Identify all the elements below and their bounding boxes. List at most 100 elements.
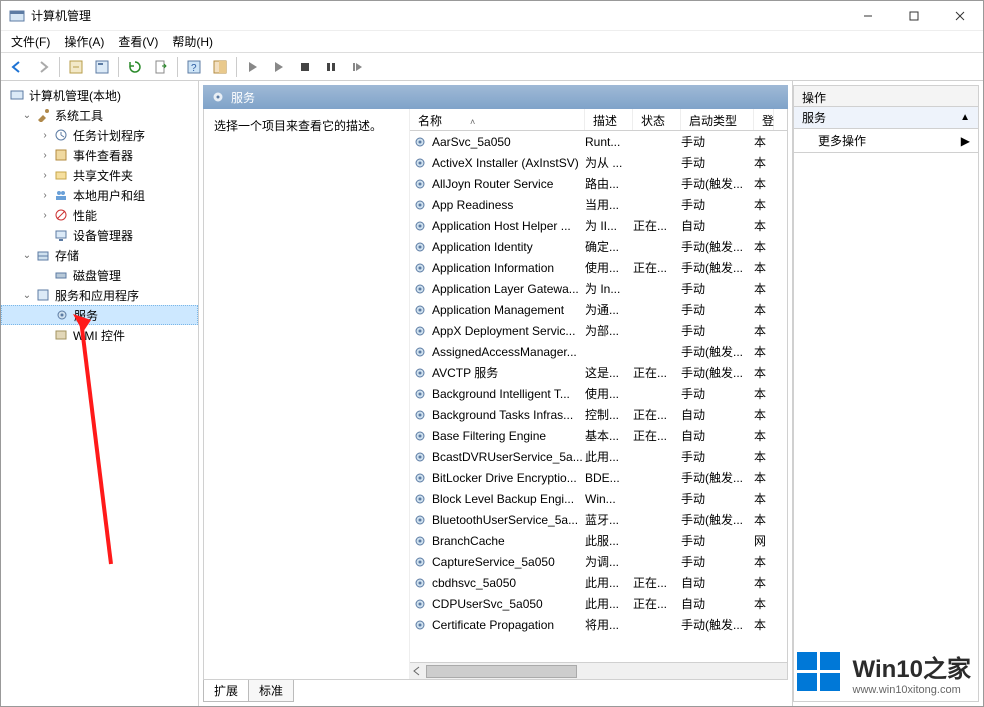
service-row[interactable]: CaptureService_5a050为调...手动本 — [410, 551, 787, 572]
collapse-icon[interactable]: ▲ — [960, 112, 970, 123]
tree-root-label: 计算机管理(本地) — [29, 87, 121, 104]
service-logon: 本 — [754, 448, 770, 465]
service-row[interactable]: AllJoyn Router Service路由...手动(触发...本 — [410, 173, 787, 194]
tree-root[interactable]: 计算机管理(本地) — [1, 85, 198, 105]
tree-label: 任务计划程序 — [73, 127, 145, 144]
service-name: CaptureService_5a050 — [430, 555, 585, 569]
service-desc: 控制... — [585, 406, 633, 423]
refresh-button[interactable] — [123, 55, 147, 79]
tree-performance[interactable]: ›性能 — [1, 205, 198, 225]
maximize-button[interactable] — [891, 1, 937, 31]
service-desc: 使用... — [585, 385, 633, 402]
show-hide-button[interactable] — [208, 55, 232, 79]
gear-icon — [410, 450, 430, 464]
chevron-down-icon[interactable]: ⌄ — [21, 110, 33, 121]
col-name[interactable]: 名称 — [410, 109, 585, 130]
chevron-down-icon[interactable]: ⌄ — [21, 290, 33, 301]
service-row[interactable]: BcastDVRUserService_5a...此用...手动本 — [410, 446, 787, 467]
service-row[interactable]: Certificate Propagation将用...手动(触发...本 — [410, 614, 787, 635]
service-name: Base Filtering Engine — [430, 429, 585, 443]
service-desc: 将用... — [585, 616, 633, 633]
menu-view[interactable]: 查看(V) — [112, 31, 164, 52]
forward-button[interactable] — [31, 55, 55, 79]
service-row[interactable]: Base Filtering Engine基本...正在...自动本 — [410, 425, 787, 446]
col-status[interactable]: 状态 — [633, 109, 681, 130]
actions-sub[interactable]: 服务 ▲ — [793, 107, 979, 129]
scrollbar-thumb[interactable] — [426, 665, 577, 678]
col-startup[interactable]: 启动类型 — [681, 109, 754, 130]
tree-event-viewer[interactable]: ›事件查看器 — [1, 145, 198, 165]
tree-sys-tools[interactable]: ⌄ 系统工具 — [1, 105, 198, 125]
service-startup: 手动 — [681, 196, 754, 213]
tree-storage[interactable]: ⌄存储 — [1, 245, 198, 265]
close-button[interactable] — [937, 1, 983, 31]
service-row[interactable]: AppX Deployment Servic...为部...手动本 — [410, 320, 787, 341]
tree-wmi[interactable]: WMI 控件 — [1, 325, 198, 345]
service-desc: 蓝牙... — [585, 511, 633, 528]
list-body[interactable]: AarSvc_5a050Runt...手动本ActiveX Installer … — [410, 131, 787, 662]
help-button[interactable]: ? — [182, 55, 206, 79]
horizontal-scrollbar[interactable] — [410, 662, 787, 679]
tree-disk-mgmt[interactable]: 磁盘管理 — [1, 265, 198, 285]
col-desc[interactable]: 描述 — [585, 109, 633, 130]
service-logon: 本 — [754, 196, 770, 213]
window-title: 计算机管理 — [31, 7, 845, 24]
up-button[interactable] — [64, 55, 88, 79]
service-row[interactable]: Application Information使用...正在...手动(触发..… — [410, 257, 787, 278]
play-button-2[interactable] — [267, 55, 291, 79]
menu-action[interactable]: 操作(A) — [58, 31, 110, 52]
service-row[interactable]: BitLocker Drive Encryptio...BDE...手动(触发.… — [410, 467, 787, 488]
chevron-right-icon[interactable]: › — [39, 170, 51, 181]
service-row[interactable]: Application Layer Gatewa...为 In...手动本 — [410, 278, 787, 299]
scroll-left-icon[interactable] — [410, 664, 424, 678]
service-row[interactable]: Background Intelligent T...使用...手动本 — [410, 383, 787, 404]
service-logon: 本 — [754, 511, 770, 528]
restart-button[interactable] — [345, 55, 369, 79]
chevron-down-icon[interactable]: ⌄ — [21, 250, 33, 261]
service-logon: 本 — [754, 133, 770, 150]
tree-services[interactable]: 服务 — [1, 305, 198, 325]
tab-extended[interactable]: 扩展 — [203, 680, 249, 702]
service-row[interactable]: cbdhsvc_5a050此用...正在...自动本 — [410, 572, 787, 593]
col-logon[interactable]: 登 — [754, 109, 774, 130]
menu-file[interactable]: 文件(F) — [5, 31, 56, 52]
service-startup: 手动 — [681, 385, 754, 402]
chevron-right-icon[interactable]: › — [39, 150, 51, 161]
service-row[interactable]: CDPUserSvc_5a050此用...正在...自动本 — [410, 593, 787, 614]
service-row[interactable]: AVCTP 服务这是...正在...手动(触发...本 — [410, 362, 787, 383]
gear-icon — [410, 618, 430, 632]
gear-icon — [410, 177, 430, 191]
service-row[interactable]: Application Management为通...手动本 — [410, 299, 787, 320]
back-button[interactable] — [5, 55, 29, 79]
service-row[interactable]: BluetoothUserService_5a...蓝牙...手动(触发...本 — [410, 509, 787, 530]
service-row[interactable]: AssignedAccessManager...手动(触发...本 — [410, 341, 787, 362]
service-row[interactable]: ActiveX Installer (AxInstSV)为从 ...手动本 — [410, 152, 787, 173]
chevron-right-icon[interactable]: › — [39, 190, 51, 201]
actions-more[interactable]: 更多操作 ▶ — [793, 129, 979, 153]
service-row[interactable]: AarSvc_5a050Runt...手动本 — [410, 131, 787, 152]
folder-share-icon — [53, 167, 69, 183]
tree-shared-folders[interactable]: ›共享文件夹 — [1, 165, 198, 185]
tree-local-users[interactable]: ›本地用户和组 — [1, 185, 198, 205]
service-row[interactable]: Application Host Helper ...为 II...正在...自… — [410, 215, 787, 236]
service-logon: 本 — [754, 595, 770, 612]
minimize-button[interactable] — [845, 1, 891, 31]
service-row[interactable]: BranchCache此服...手动网 — [410, 530, 787, 551]
chevron-right-icon[interactable]: › — [39, 130, 51, 141]
menu-help[interactable]: 帮助(H) — [166, 31, 219, 52]
play-button[interactable] — [241, 55, 265, 79]
tree-task-scheduler[interactable]: › 任务计划程序 — [1, 125, 198, 145]
tree-device-manager[interactable]: 设备管理器 — [1, 225, 198, 245]
tab-standard[interactable]: 标准 — [248, 680, 294, 702]
service-row[interactable]: Block Level Backup Engi...Win...手动本 — [410, 488, 787, 509]
service-row[interactable]: App Readiness当用...手动本 — [410, 194, 787, 215]
service-row[interactable]: Application Identity确定...手动(触发...本 — [410, 236, 787, 257]
service-row[interactable]: Background Tasks Infras...控制...正在...自动本 — [410, 404, 787, 425]
chevron-right-icon[interactable]: › — [39, 210, 51, 221]
service-startup: 手动 — [681, 133, 754, 150]
tree-services-apps[interactable]: ⌄服务和应用程序 — [1, 285, 198, 305]
pause-button[interactable] — [319, 55, 343, 79]
stop-button[interactable] — [293, 55, 317, 79]
export-button[interactable] — [149, 55, 173, 79]
properties-button[interactable] — [90, 55, 114, 79]
